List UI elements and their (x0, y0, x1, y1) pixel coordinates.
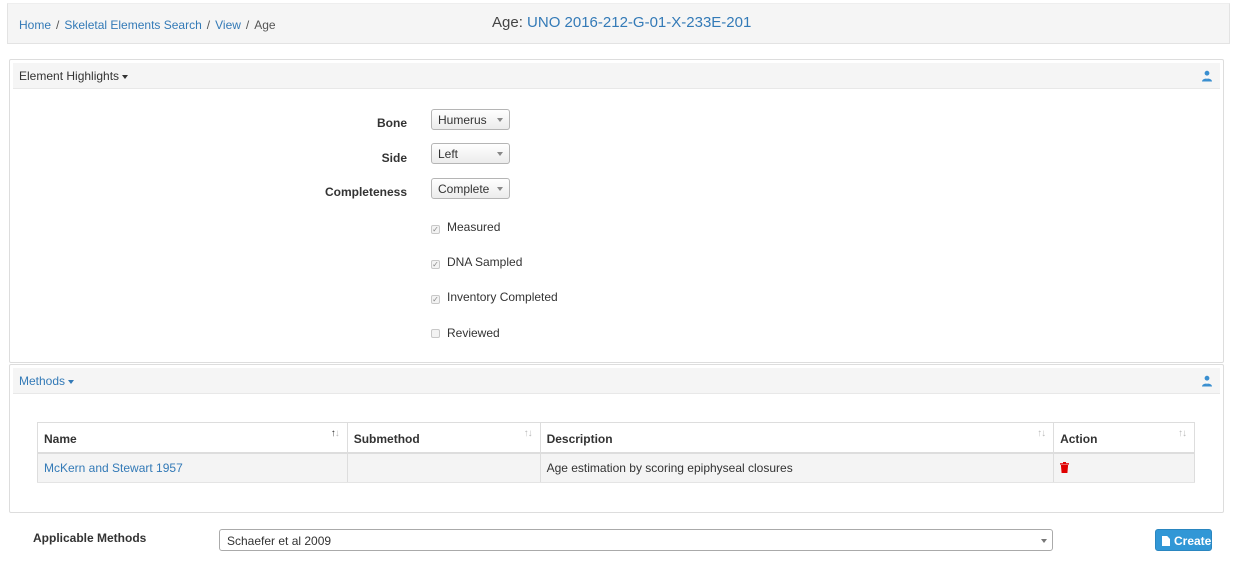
page-title-label: Age: (492, 14, 523, 31)
breadcrumb-separator: / (56, 18, 60, 32)
create-button[interactable]: Create (1155, 529, 1212, 551)
element-highlights-title: Element Highlights (19, 69, 120, 83)
caret-down-icon (122, 74, 129, 79)
column-header-action[interactable]: Action ↑↓ (1053, 422, 1195, 454)
column-header-label: Name (44, 432, 77, 447)
chevron-down-icon (497, 152, 503, 156)
trash-icon[interactable] (1060, 461, 1070, 473)
element-highlights-panel: Element Highlights Bone Humerus Side Lef… (9, 59, 1224, 363)
reviewed-checkbox[interactable] (431, 329, 440, 338)
completeness-select[interactable]: Complete (431, 178, 510, 199)
create-button-label: Create (1174, 534, 1212, 548)
side-select-value: Left (438, 147, 459, 161)
dna-sampled-checkbox-row: ✓ DNA Sampled (431, 255, 522, 269)
method-submethod-cell (346, 452, 541, 483)
method-description-cell: Age estimation by scoring epiphyseal clo… (539, 452, 1055, 483)
reviewed-checkbox-row: Reviewed (431, 326, 500, 340)
user-icon[interactable] (1201, 375, 1213, 387)
file-icon (1162, 536, 1170, 546)
chevron-down-icon (497, 118, 503, 122)
completeness-label: Completeness (324, 185, 407, 199)
breadcrumb-home-link[interactable]: Home (19, 18, 51, 32)
inventory-completed-checkbox-row: ✓ Inventory Completed (431, 290, 558, 304)
side-select[interactable]: Left (431, 143, 510, 164)
table-header-row: Name ↑↓ Submethod ↑↓ Description ↑↓ Acti… (37, 422, 1195, 454)
column-header-name[interactable]: Name ↑↓ (37, 422, 348, 454)
breadcrumb-separator: / (245, 18, 250, 32)
inventory-completed-checkbox[interactable]: ✓ (431, 295, 440, 304)
breadcrumb-separator: / (206, 18, 211, 32)
sort-icon[interactable]: ↑↓ (1037, 428, 1046, 439)
column-header-label: Action (1060, 432, 1098, 447)
breadcrumb-view-link[interactable]: View (215, 18, 241, 32)
breadcrumb-current: Age (254, 18, 276, 32)
dna-sampled-checkbox[interactable]: ✓ (431, 260, 440, 269)
method-name-cell: McKern and Stewart 1957 (37, 452, 348, 483)
measured-checkbox[interactable]: ✓ (431, 225, 440, 234)
column-header-description[interactable]: Description ↑↓ (539, 422, 1055, 454)
measured-checkbox-row: ✓ Measured (431, 220, 500, 234)
methods-table: Name ↑↓ Submethod ↑↓ Description ↑↓ Acti… (37, 422, 1195, 483)
chevron-down-icon (1041, 539, 1047, 543)
reviewed-label: Reviewed (447, 326, 500, 340)
element-highlights-toggle[interactable]: Element Highlights (19, 69, 129, 83)
element-highlights-heading: Element Highlights (13, 63, 1220, 89)
methods-heading: Methods (13, 368, 1220, 394)
top-bar: Home / Skeletal Elements Search / View / Age A… (7, 3, 1230, 44)
sort-icon[interactable]: ↑↓ (524, 428, 533, 439)
caret-down-icon (68, 379, 75, 384)
page-title: Age: UNO 2016-212-G-01-X-233E-201 (492, 14, 751, 31)
chevron-down-icon (497, 187, 503, 191)
user-icon[interactable] (1201, 70, 1213, 82)
sort-icon[interactable]: ↑↓ (331, 428, 340, 439)
side-label: Side (381, 151, 407, 165)
applicable-methods-label: Applicable Methods (33, 531, 147, 545)
breadcrumb-search-link[interactable]: Skeletal Elements Search (64, 18, 201, 32)
methods-toggle[interactable]: Methods (19, 374, 75, 388)
table-row: McKern and Stewart 1957 Age estimation b… (37, 452, 1195, 483)
measured-label: Measured (447, 220, 501, 234)
methods-title: Methods (19, 374, 66, 388)
bone-select[interactable]: Humerus (431, 109, 510, 130)
applicable-methods-select-value: Schaefer et al 2009 (227, 534, 332, 548)
breadcrumb: Home / Skeletal Elements Search / View / Age (19, 18, 276, 32)
bone-label: Bone (377, 116, 407, 130)
method-action-cell (1053, 452, 1195, 483)
applicable-methods-select[interactable]: Schaefer et al 2009 (219, 529, 1053, 551)
column-header-label: Description (546, 432, 613, 447)
dna-sampled-label: DNA Sampled (447, 255, 523, 269)
inventory-completed-label: Inventory Completed (447, 290, 558, 304)
bone-select-value: Humerus (438, 113, 487, 127)
column-header-submethod[interactable]: Submethod ↑↓ (346, 422, 541, 454)
completeness-select-value: Complete (438, 182, 490, 196)
page-title-value-link[interactable]: UNO 2016-212-G-01-X-233E-201 (527, 14, 751, 31)
sort-icon[interactable]: ↑↓ (1178, 428, 1187, 439)
method-name-link[interactable]: McKern and Stewart 1957 (44, 461, 183, 475)
column-header-label: Submethod (353, 432, 420, 447)
